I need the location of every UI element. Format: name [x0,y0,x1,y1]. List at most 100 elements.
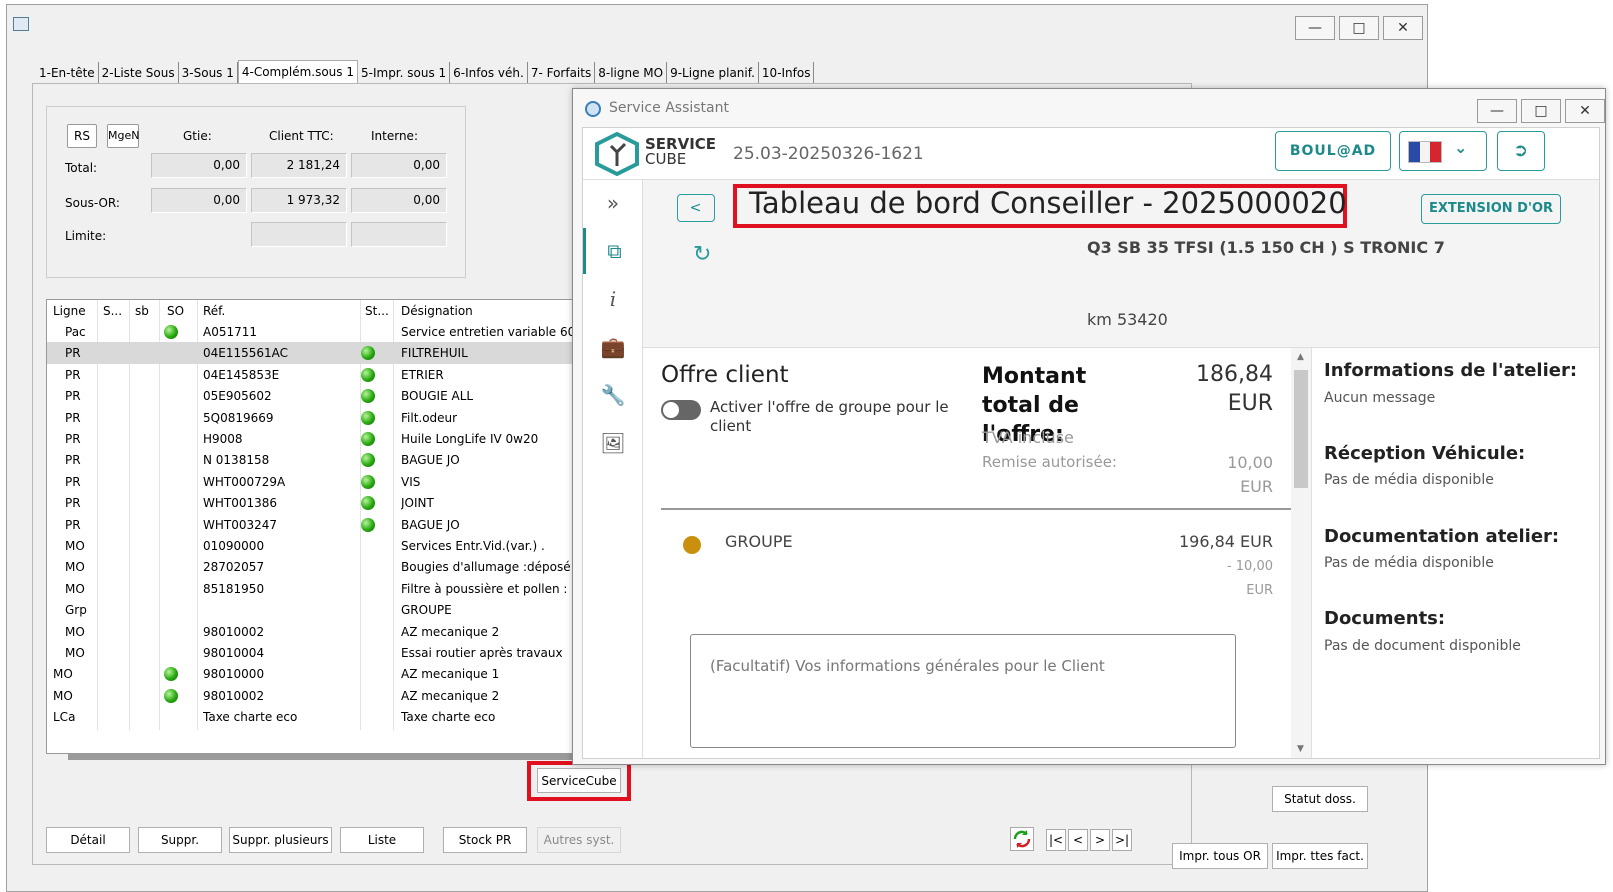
tab-infos[interactable]: 10-Infos [759,62,815,84]
suppr-plusieurs-button[interactable]: Suppr. plusieurs [229,827,332,853]
minimize-icon: — [1490,103,1504,119]
tab-sous-1[interactable]: 3-Sous 1 [179,62,238,84]
lines-grid[interactable]: Ligne S... sb SO Réf. St... Désignation … [46,299,574,754]
tab-impr-sous-1[interactable]: 5-Impr. sous 1 [358,62,451,84]
sidebar-gallery-icon[interactable]: 🖼 [583,420,643,466]
boulad-button[interactable]: BOUL@AD [1275,131,1391,171]
table-row[interactable]: LCa Taxe charte eco Taxe charte eco [47,706,573,728]
table-row[interactable]: Grp GROUPE [47,599,573,621]
suppr-button[interactable]: Suppr. [138,827,222,853]
discount-currency: EUR [1240,477,1273,496]
scroll-thumb[interactable] [1294,370,1308,488]
header-designation[interactable]: Désignation [401,300,473,322]
logout-button[interactable]: ➲ [1497,131,1545,171]
header-s[interactable]: S... [103,300,122,322]
tab-complem-sous-1[interactable]: 4-Complém.sous 1 [237,60,358,85]
refresh-button[interactable] [1010,827,1034,851]
documents-text: Pas de document disponible [1324,638,1521,654]
cell-designation: BAGUE JO [401,517,460,532]
servicecube-button[interactable]: ServiceCube [537,768,621,793]
stock-pr-button[interactable]: Stock PR [443,827,527,853]
table-row[interactable]: PR H9008 Huile LongLife IV 0w20 [47,428,573,450]
nav-last-button[interactable]: >| [1112,829,1132,851]
expand-sidebar-icon[interactable]: » [583,180,643,226]
table-row[interactable]: MO 98010002 AZ mecanique 2 [47,621,573,643]
atelier-heading: Informations de l'atelier: [1324,360,1578,381]
table-row[interactable]: MO 98010004 Essai routier après travaux [47,642,573,664]
group-name: GROUPE [725,532,793,551]
nav-first-button[interactable]: |< [1046,829,1066,851]
table-row[interactable]: PR 04E115561AC FILTREHUIL [47,342,573,365]
tab-ligne-mo[interactable]: 8-ligne MO [595,62,668,84]
table-row[interactable]: PR 5Q0819669 Filt.odeur [47,407,573,429]
header-ref[interactable]: Réf. [203,300,225,322]
cell-designation: AZ mecanique 1 [401,667,500,682]
sidebar-info-icon[interactable]: i [583,276,643,322]
tab-forfaits[interactable]: 7- Forfaits [528,62,596,84]
nav-next-button[interactable]: > [1090,829,1110,851]
toggle-knob [663,402,679,418]
tab-infos-veh[interactable]: 6-Infos véh. [450,62,528,84]
scroll-down-arrow-icon[interactable]: ▼ [1297,744,1304,754]
table-row[interactable]: MO 98010000 AZ mecanique 1 [47,663,573,685]
grid-horizontal-scrollbar[interactable] [68,754,574,760]
header-ligne[interactable]: Ligne [53,300,86,322]
impr-tous-or-button[interactable]: Impr. tous OR [1172,843,1268,869]
statut-doss-button[interactable]: Statut doss. [1272,786,1368,812]
atelier-text: Aucun message [1324,390,1436,406]
mgen-button[interactable]: MgeN [107,124,139,148]
rs-button[interactable]: RS [67,124,97,148]
client-info-textarea[interactable]: (Facultatif) Vos informations générales … [690,634,1236,748]
table-row[interactable]: MO 28702057 Bougies d'allumage :déposé [47,556,573,578]
sa-title: Service Assistant [609,100,729,116]
limite-client-value [251,222,347,247]
tab-liste-sous[interactable]: 2-Liste Sous [99,62,179,84]
sa-close-button[interactable]: ✕ [1565,99,1605,123]
table-row[interactable]: MO 85181950 Filtre à poussière et pollen : [47,578,573,600]
offer-scrollbar[interactable]: ▲ ▼ [1291,348,1311,758]
sidebar-wrench-icon[interactable]: 🔧 [583,372,643,418]
table-row[interactable]: MO 98010002 AZ mecanique 2 [47,685,573,707]
cell-ref: Taxe charte eco [203,710,298,725]
language-selector[interactable]: ⌄ [1399,131,1487,171]
tab-ligne-planif[interactable]: 9-Ligne planif. [667,62,759,84]
table-row[interactable]: PR 04E145853E ETRIER [47,364,573,386]
detail-button[interactable]: Détail [46,827,130,853]
header-st[interactable]: St... [365,300,389,322]
table-row[interactable]: PR WHT003247 BAGUE JO [47,514,573,536]
header-so[interactable]: SO [167,300,184,322]
liste-button[interactable]: Liste [340,827,424,853]
table-row[interactable]: PR WHT000729A VIS [47,471,573,493]
minimize-button[interactable]: — [1295,16,1335,40]
impr-ttes-fact-button[interactable]: Impr. ttes fact. [1272,843,1368,869]
reception-text: Pas de média disponible [1324,472,1494,488]
recycle-icon [1013,830,1031,848]
table-row[interactable]: Pac A051711 Service entretien variable 60 [47,321,573,343]
table-row[interactable]: PR WHT001386 JOINT [47,492,573,514]
sidebar-briefcase-icon[interactable]: 💼 [583,324,643,370]
header-sb[interactable]: sb [135,300,149,322]
table-row[interactable]: PR N 0138158 BAGUE JO [47,449,573,471]
sa-minimize-button[interactable]: — [1477,99,1517,123]
col-gtie-label: Gtie: [183,129,212,143]
table-row[interactable]: PR 05E905602 BOUGIE ALL [47,385,573,407]
refresh-icon[interactable]: ↻ [693,242,711,267]
scroll-up-arrow-icon[interactable]: ▲ [1297,352,1304,362]
total-client-value: 2 181,24 [251,153,347,178]
nav-prev-button[interactable]: < [1068,829,1088,851]
table-row[interactable]: MO 01090000 Services Entr.Vid.(var.) . [47,535,573,557]
back-button[interactable]: < [677,194,715,222]
autres-syst-button[interactable]: Autres syst. [537,827,621,853]
extension-or-button[interactable]: EXTENSION D'OR [1421,194,1561,224]
cell-ligne: PR [65,432,81,446]
sidebar-dashboard-cube-icon[interactable]: ⧉ [583,228,643,274]
tab-en-tete[interactable]: 1-En-tête [36,62,99,84]
limite-interne-value [351,222,447,247]
cell-designation: ETRIER [401,367,444,382]
group-offer-toggle[interactable] [661,400,701,420]
close-button[interactable]: ✕ [1383,16,1423,40]
grid-header-row: Ligne S... sb SO Réf. St... Désignation [47,300,573,322]
sa-maximize-button[interactable]: □ [1521,99,1561,123]
offer-panel: Offre client Activer l'offre de groupe p… [643,348,1311,758]
maximize-button[interactable]: □ [1339,16,1379,40]
